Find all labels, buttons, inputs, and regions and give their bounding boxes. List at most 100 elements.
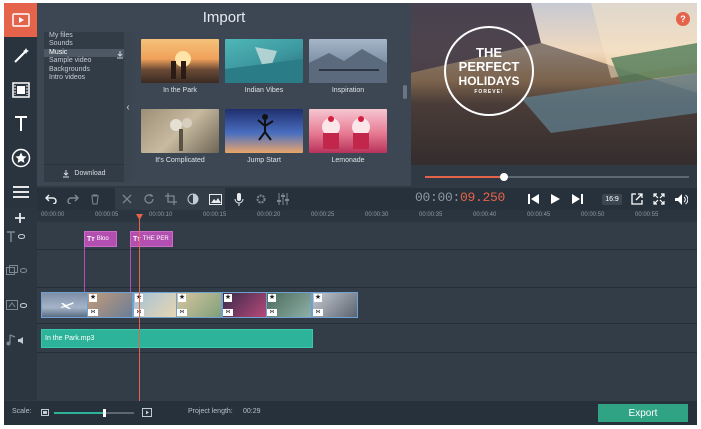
fullscreen-icon	[653, 193, 665, 205]
pier-landscape-icon	[309, 49, 387, 83]
film-import-icon	[11, 13, 30, 27]
project-length-label: Project length:	[188, 408, 233, 415]
help-button[interactable]: ?	[676, 12, 690, 26]
add-track-button[interactable]	[14, 211, 26, 229]
zoom-in-icon[interactable]	[142, 408, 152, 417]
filters-button[interactable]	[4, 73, 37, 107]
record-voice-button[interactable]	[229, 188, 249, 210]
video-clip[interactable]: ★⋈	[87, 292, 133, 318]
transition-icon[interactable]: ⋈	[267, 309, 277, 316]
skip-back-icon	[527, 194, 539, 204]
title-track-icons	[6, 231, 36, 242]
transition-icon[interactable]: ⋈	[88, 309, 98, 316]
cut-button[interactable]	[117, 188, 137, 210]
category-my-files[interactable]: My files	[44, 32, 124, 40]
category-music[interactable]: Music	[44, 48, 124, 58]
zoom-out-icon[interactable]	[41, 409, 49, 416]
editing-toolbar: 00:00:09.250 16:9	[37, 188, 697, 210]
thumbnail-inspiration[interactable]	[309, 39, 387, 83]
video-clip[interactable]: ★⋈	[222, 292, 268, 318]
ruler-tick-label: 00:00:55	[635, 212, 659, 218]
ruler-tick-label: 00:00:10	[149, 212, 173, 218]
ruler-tick-label: 00:00:45	[527, 212, 551, 218]
video-clip[interactable]	[41, 292, 89, 318]
transition-icon[interactable]: ⋈	[177, 309, 187, 316]
stickers-button[interactable]	[4, 141, 37, 175]
skip-forward-button[interactable]	[567, 188, 587, 210]
video-clip[interactable]: ★⋈	[176, 292, 222, 318]
title-clip-icon: Tт	[87, 235, 95, 243]
scale-handle[interactable]	[102, 409, 106, 417]
thumbnail-indian-vibes[interactable]	[225, 39, 303, 83]
category-list: My files Sounds Music Sample video Backg…	[44, 32, 124, 182]
title-clip[interactable]: Tт THE PER	[130, 231, 173, 247]
airplane-icon	[61, 302, 74, 309]
download-button[interactable]: Download	[44, 164, 124, 182]
transition-icon[interactable]: ⋈	[313, 309, 323, 316]
popout-button[interactable]	[627, 188, 647, 210]
aspect-ratio-button[interactable]: 16:9	[599, 188, 625, 210]
crop-button[interactable]	[161, 188, 181, 210]
settings-button[interactable]	[251, 188, 271, 210]
ruler-tick-label: 00:00:35	[419, 212, 443, 218]
play-button[interactable]	[545, 188, 565, 210]
empty-track	[37, 353, 697, 401]
eye-icon[interactable]	[20, 267, 27, 273]
export-button[interactable]: Export	[598, 404, 688, 422]
flowers-icon	[170, 118, 192, 151]
plus-icon	[15, 213, 25, 223]
ruler-tick-label: 00:00:00	[41, 212, 65, 218]
category-sample-video[interactable]: Sample video	[44, 57, 124, 65]
magic-wand-button[interactable]	[4, 39, 37, 73]
timecode-display: 00:00:09.250	[415, 190, 505, 205]
seek-track[interactable]	[425, 173, 689, 181]
redo-button[interactable]	[63, 188, 83, 210]
import-title: Import	[202, 9, 246, 26]
thumbnail-lemonade[interactable]	[309, 109, 387, 153]
ruler-tick-label: 00:00:25	[311, 212, 335, 218]
category-sounds[interactable]: Sounds	[44, 40, 124, 48]
delete-button[interactable]	[85, 188, 105, 210]
thumbnail-jump-start[interactable]	[225, 109, 303, 153]
import-scrollbar[interactable]	[403, 85, 407, 99]
list-icon	[12, 186, 29, 198]
import-tool-button[interactable]	[4, 3, 37, 37]
collapse-panel-button[interactable]: ‹	[124, 32, 132, 182]
rotate-button[interactable]	[139, 188, 159, 210]
eye-icon[interactable]	[20, 302, 27, 308]
transition-icon[interactable]: ⋈	[223, 309, 233, 316]
equalizer-icon	[277, 193, 289, 205]
more-tools-button[interactable]	[4, 175, 37, 209]
aspect-ratio-label: 16:9	[602, 193, 622, 205]
speaker-icon[interactable]	[18, 336, 26, 344]
ruler-tick-label: 00:00:15	[203, 212, 227, 218]
video-clip[interactable]: ★⋈	[312, 292, 358, 318]
download-icon	[63, 169, 70, 177]
undo-button[interactable]	[41, 188, 61, 210]
scale-slider[interactable]	[54, 409, 134, 417]
category-backgrounds[interactable]: Backgrounds	[44, 66, 124, 74]
timeline-ruler[interactable]: 00:00:00 00:00:05 00:00:10 00:00:15 00:00:20…	[37, 210, 697, 222]
category-intro-videos[interactable]: Intro videos	[44, 74, 124, 82]
thumbnail-in-the-park[interactable]	[141, 39, 219, 83]
color-adjust-button[interactable]	[183, 188, 203, 210]
volume-button[interactable]	[671, 188, 691, 210]
titles-button[interactable]	[4, 107, 37, 141]
star-circle-icon	[11, 148, 30, 168]
title-clip[interactable]: Tт Bloo	[84, 231, 117, 247]
eye-icon[interactable]	[18, 234, 25, 239]
image-icon	[208, 193, 222, 205]
video-clip[interactable]: ★⋈	[266, 292, 312, 318]
thumbnail-its-complicated[interactable]	[141, 109, 219, 153]
image-button[interactable]	[205, 188, 225, 210]
overlay-icon	[6, 265, 18, 275]
equalizer-button[interactable]	[273, 188, 293, 210]
seek-handle[interactable]	[500, 173, 509, 181]
fullscreen-button[interactable]	[649, 188, 669, 210]
audio-clip[interactable]: In the Park.mp3	[41, 329, 313, 348]
thumbnail-label: Lemonade	[331, 157, 365, 164]
download-small-icon[interactable]	[116, 51, 124, 59]
skip-back-button[interactable]	[523, 188, 543, 210]
import-panel: Import My files Sounds Music Sample vide…	[37, 3, 411, 186]
ruler-tick-label: 00:00:40	[473, 212, 497, 218]
